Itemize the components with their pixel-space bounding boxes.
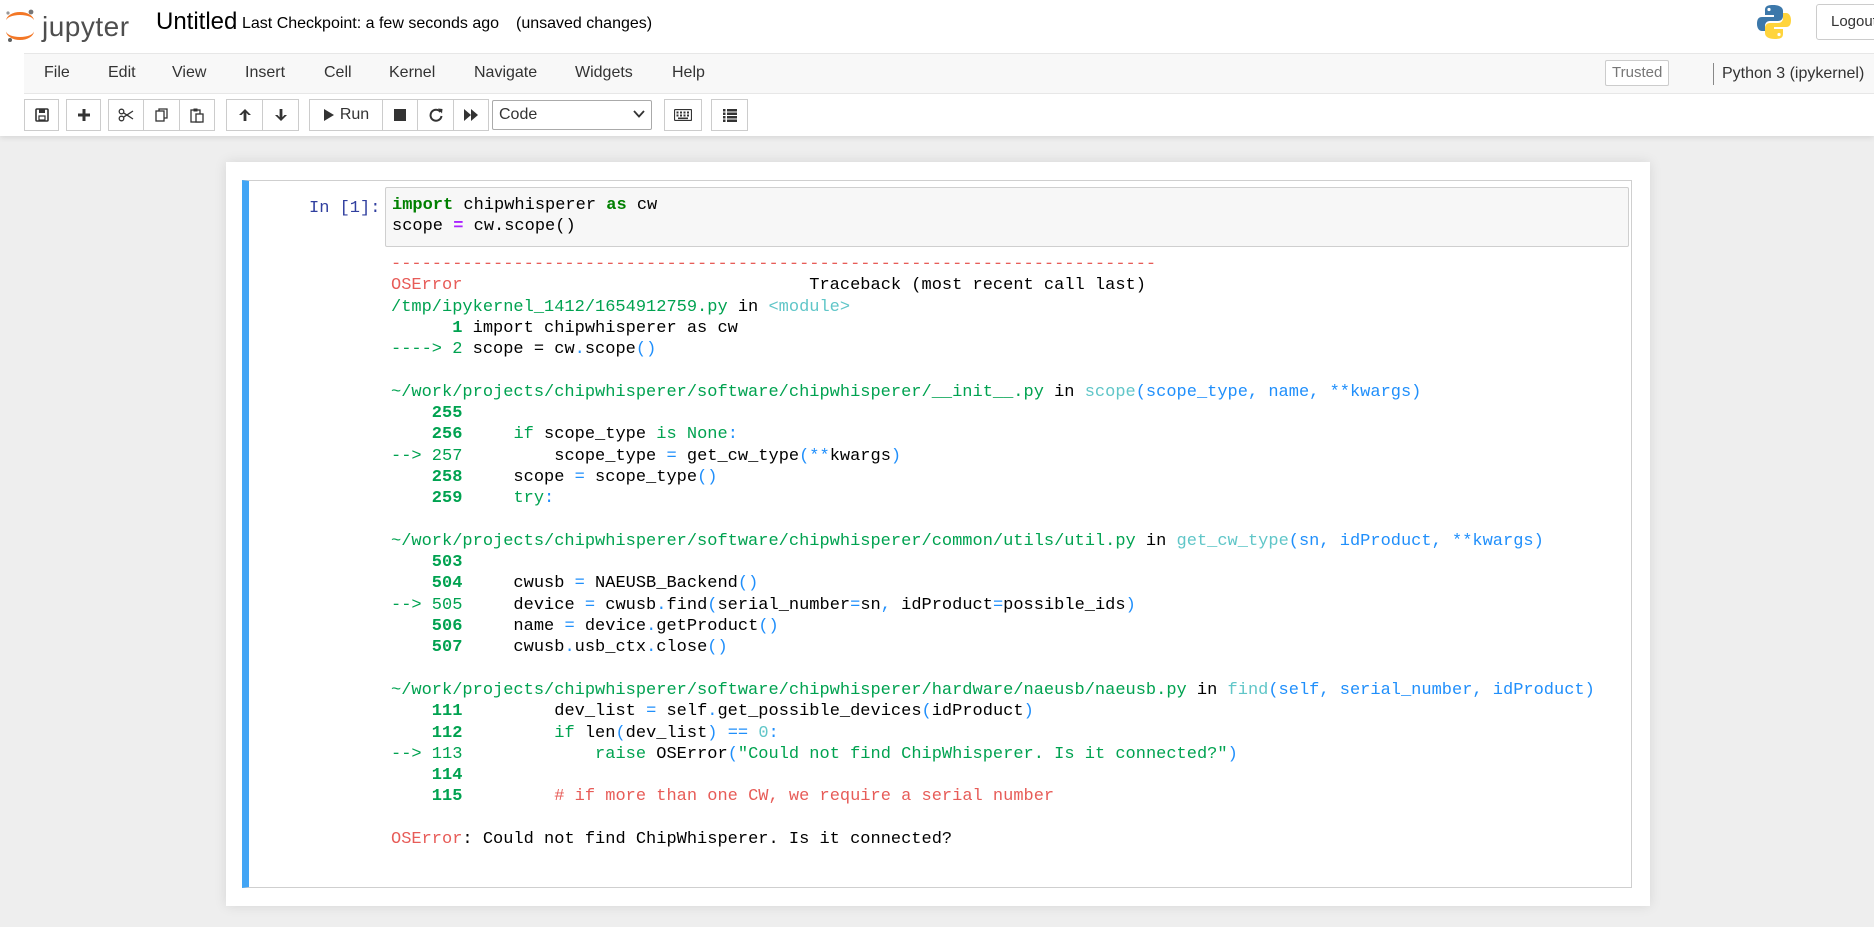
menu-navigate[interactable]: Navigate bbox=[474, 64, 537, 82]
notebook-title[interactable]: Untitled bbox=[156, 8, 237, 36]
arrow-down-icon bbox=[274, 109, 287, 121]
trusted-indicator[interactable]: Trusted bbox=[1605, 60, 1670, 86]
run-label: Run bbox=[339, 106, 370, 123]
menu-insert[interactable]: Insert bbox=[245, 64, 285, 82]
menubar: File Edit View Insert Cell Kernel Naviga… bbox=[24, 53, 1874, 94]
notebook-container: In [1]: import chipwhisperer as cw scope… bbox=[226, 162, 1650, 906]
restart-icon bbox=[429, 108, 442, 122]
toolbar: Run Code bbox=[24, 99, 1874, 133]
list-icon bbox=[722, 108, 737, 122]
menu-widgets[interactable]: Widgets bbox=[575, 64, 633, 82]
code-cell[interactable]: In [1]: import chipwhisperer as cw scope… bbox=[242, 180, 1632, 888]
arrow-up-icon bbox=[238, 109, 251, 121]
cut-button[interactable] bbox=[108, 99, 144, 131]
interrupt-button[interactable] bbox=[382, 99, 418, 131]
insert-cell-button[interactable] bbox=[66, 99, 101, 131]
command-palette-button[interactable] bbox=[664, 99, 702, 131]
move-up-button[interactable] bbox=[226, 99, 263, 131]
move-down-button[interactable] bbox=[262, 99, 299, 131]
jupyter-logo-icon bbox=[6, 9, 34, 42]
traceback-output: ----------------------------------------… bbox=[391, 255, 1595, 850]
input-code: import chipwhisperer as cw scope = cw.sc… bbox=[392, 196, 658, 237]
jupyter-logo[interactable]: jupyter bbox=[2, 6, 142, 44]
traceback-header: OSError Traceback (most recent call last… bbox=[391, 276, 1146, 296]
run-button[interactable]: Run bbox=[309, 99, 383, 131]
traceback-frame-2-header: ~/work/projects/chipwhisperer/software/c… bbox=[391, 382, 1422, 402]
menu-view[interactable]: View bbox=[172, 64, 206, 82]
menu-cell[interactable]: Cell bbox=[324, 64, 352, 82]
stop-icon bbox=[394, 109, 406, 121]
checkpoint-status: Last Checkpoint: a few seconds ago bbox=[242, 15, 500, 32]
cell-type-value: Code bbox=[499, 106, 538, 123]
plus-icon bbox=[77, 109, 90, 121]
logout-button[interactable]: Logout bbox=[1816, 4, 1874, 40]
jupyter-logo-text: jupyter bbox=[42, 11, 130, 42]
menu-help[interactable]: Help bbox=[672, 64, 705, 82]
copy-button[interactable] bbox=[143, 99, 180, 131]
scissors-icon bbox=[118, 108, 134, 122]
header: jupyter Untitled Last Checkpoint: a few … bbox=[0, 0, 1874, 136]
restart-run-all-button[interactable] bbox=[453, 99, 489, 131]
keyboard-icon bbox=[674, 109, 692, 121]
save-icon bbox=[34, 108, 49, 122]
traceback-frame-4-header: ~/work/projects/chipwhisperer/software/c… bbox=[391, 680, 1595, 700]
final-error-line: OSError: Could not find ChipWhisperer. I… bbox=[391, 830, 953, 850]
traceback-separator: ----------------------------------------… bbox=[391, 255, 1157, 274]
traceback-frame-3-header: ~/work/projects/chipwhisperer/software/c… bbox=[391, 531, 1544, 551]
menu-kernel[interactable]: Kernel bbox=[389, 64, 435, 82]
autosave-status: (unsaved changes) bbox=[516, 15, 653, 32]
paste-icon bbox=[190, 108, 204, 123]
kernel-indicator[interactable]: Python 3 (ipykernel) bbox=[1713, 63, 1864, 85]
restart-button[interactable] bbox=[417, 99, 454, 131]
code-editor[interactable]: import chipwhisperer as cw scope = cw.sc… bbox=[385, 187, 1629, 247]
fast-forward-icon bbox=[464, 109, 478, 121]
chevron-down-icon bbox=[633, 110, 645, 118]
toc-button[interactable] bbox=[711, 99, 748, 131]
play-icon bbox=[323, 109, 334, 121]
python-logo-icon bbox=[1757, 5, 1791, 39]
topbar: jupyter Untitled Last Checkpoint: a few … bbox=[0, 0, 1874, 52]
save-button[interactable] bbox=[24, 99, 59, 131]
menu-edit[interactable]: Edit bbox=[108, 64, 136, 82]
input-prompt: In [1]: bbox=[309, 199, 381, 218]
paste-button[interactable] bbox=[179, 99, 215, 131]
cell-type-select[interactable]: Code bbox=[492, 100, 652, 130]
traceback-frame-1-header: /tmp/ipykernel_1412/1654912759.py in <mo… bbox=[391, 297, 851, 317]
copy-icon bbox=[154, 108, 168, 122]
menu-file[interactable]: File bbox=[44, 64, 70, 82]
